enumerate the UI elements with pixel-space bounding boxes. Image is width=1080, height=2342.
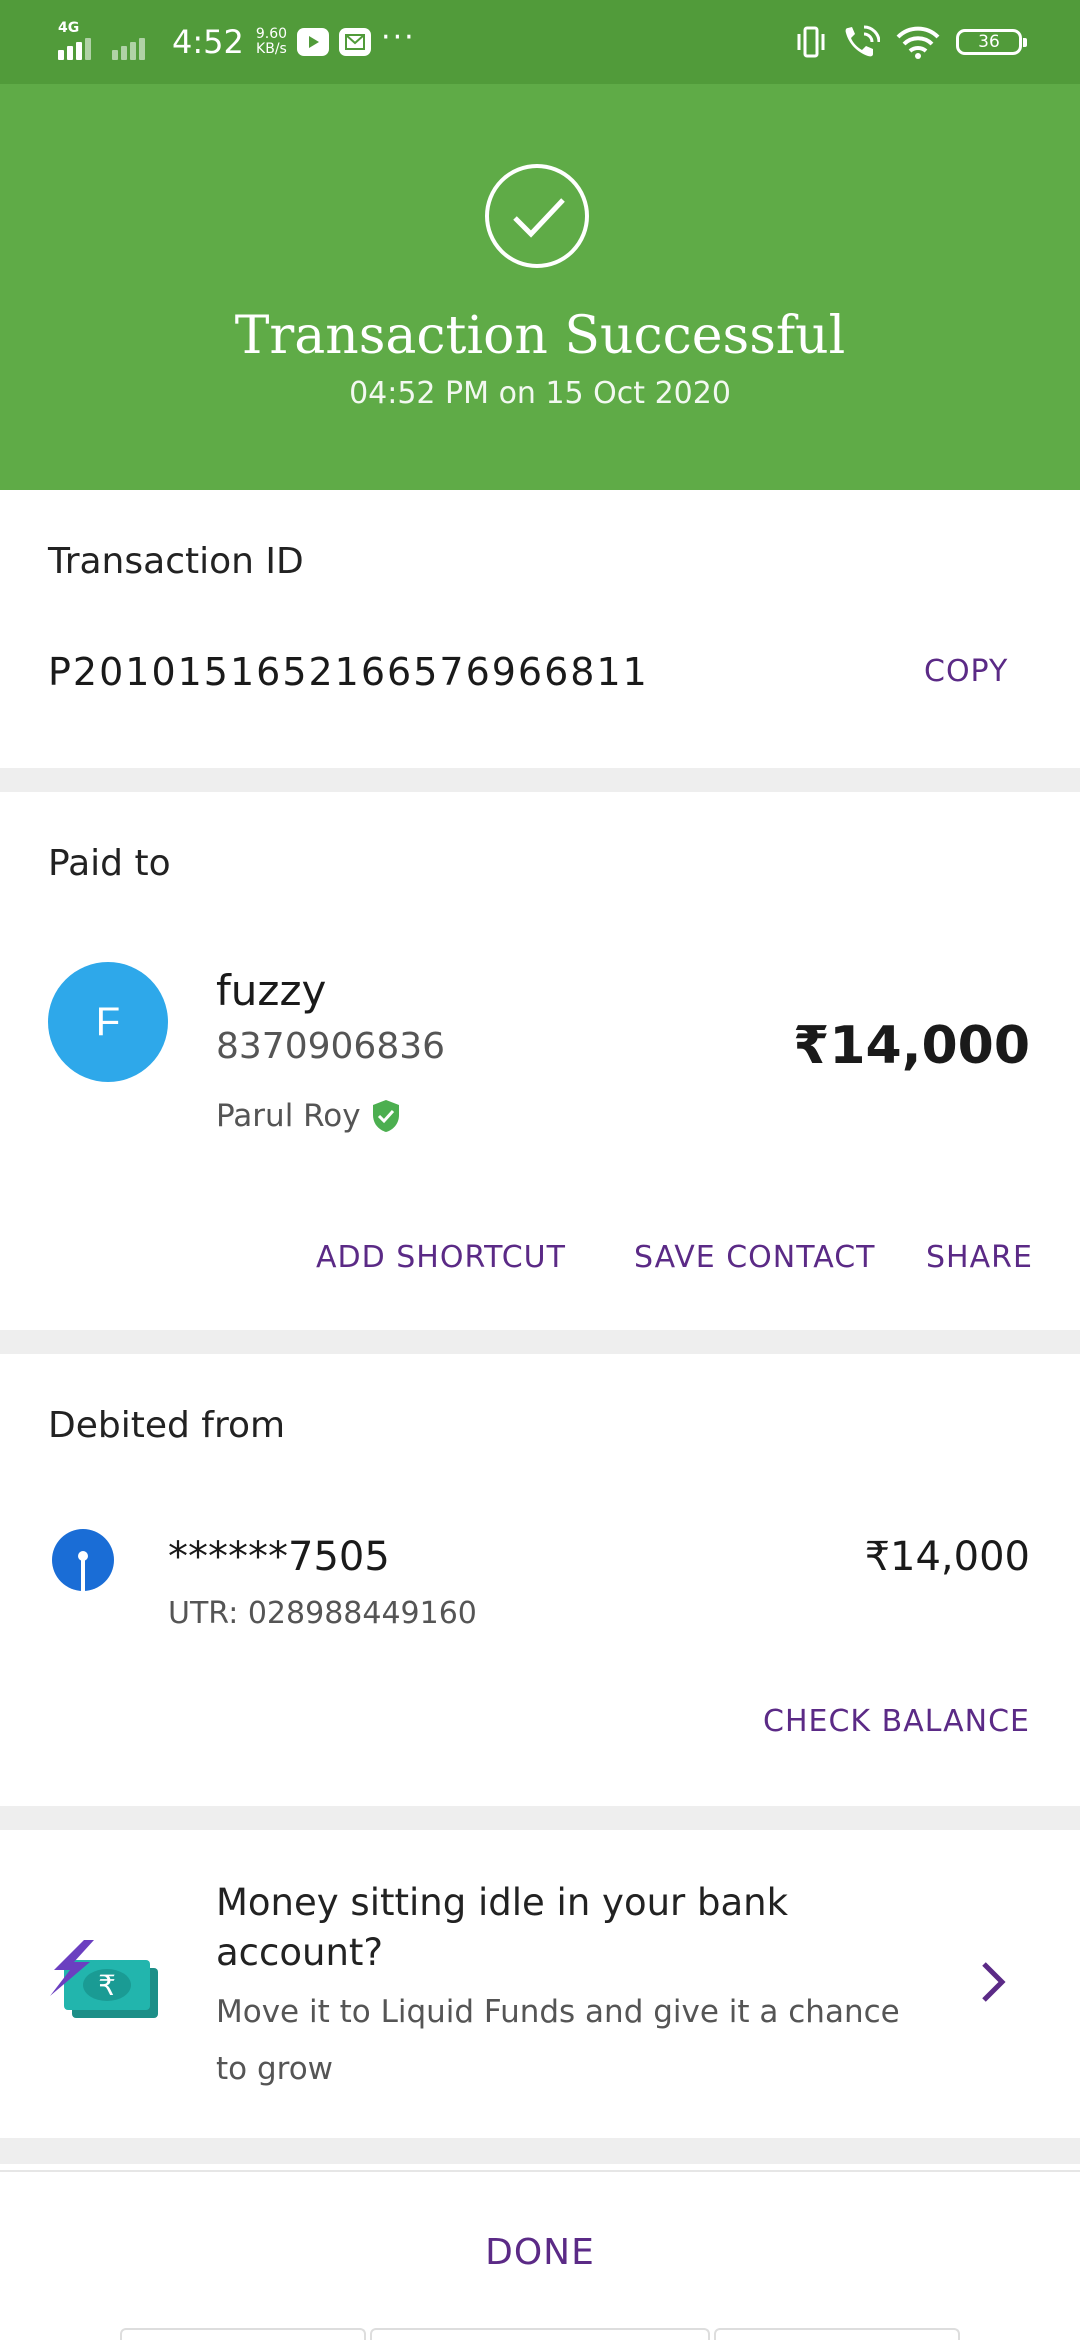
battery-icon: 36 bbox=[956, 29, 1027, 55]
success-header: Transaction Successful 04:52 PM on 15 Oc… bbox=[0, 84, 1080, 490]
promo-description: Move it to Liquid Funds and give it a ch… bbox=[216, 1994, 900, 2087]
section-divider bbox=[0, 1806, 1080, 1830]
payee-registered-name: Parul Roy bbox=[216, 1098, 401, 1134]
avatar: F bbox=[48, 962, 168, 1082]
registered-name-text: Parul Roy bbox=[216, 1098, 361, 1134]
payee-name: fuzzy bbox=[216, 966, 327, 1015]
save-contact-button[interactable]: SAVE CONTACT bbox=[634, 1240, 875, 1275]
wifi-icon bbox=[896, 26, 940, 59]
vibrate-icon bbox=[797, 26, 825, 58]
status-right: 36 bbox=[796, 22, 1027, 62]
signal-strength-icon: 4G bbox=[58, 20, 102, 64]
share-button[interactable]: SHARE bbox=[926, 1240, 1033, 1275]
payee-phone: 8370906836 bbox=[216, 1026, 446, 1067]
success-check-icon bbox=[485, 164, 589, 268]
status-time: 4:52 bbox=[172, 23, 244, 61]
copy-button[interactable]: COPY bbox=[924, 654, 1008, 689]
svg-text:₹: ₹ bbox=[98, 1969, 116, 2002]
promo-title: Money sitting idle in your bank account? bbox=[216, 1881, 789, 1974]
money-transfer-icon: ₹ bbox=[50, 1940, 158, 2018]
chevron-right-icon[interactable] bbox=[978, 1958, 1008, 2006]
paid-to-label: Paid to bbox=[48, 843, 171, 884]
youtube-icon bbox=[297, 28, 330, 56]
battery-level: 36 bbox=[978, 32, 1000, 52]
check-balance-button[interactable]: CHECK BALANCE bbox=[763, 1704, 1030, 1739]
transaction-id-value: P2010151652166576966811 bbox=[48, 650, 649, 694]
done-button[interactable]: DONE bbox=[0, 2232, 1080, 2273]
bank-logo-icon bbox=[52, 1529, 114, 1591]
wifi-calling-icon bbox=[845, 25, 880, 57]
debited-from-label: Debited from bbox=[48, 1405, 286, 1446]
network-type: 4G bbox=[58, 20, 80, 36]
network-speed: 9.60 KB/s bbox=[256, 27, 287, 57]
transaction-datetime: 04:52 PM on 15 Oct 2020 bbox=[349, 376, 731, 411]
signal-strength-2-icon bbox=[112, 20, 156, 64]
transaction-id-label: Transaction ID bbox=[48, 541, 304, 582]
speed-value: 9.60 bbox=[255, 26, 288, 42]
paid-amount: ₹14,000 bbox=[793, 1016, 1030, 1076]
section-divider bbox=[0, 768, 1080, 792]
speed-unit: KB/s bbox=[256, 41, 287, 57]
add-shortcut-button[interactable]: ADD SHORTCUT bbox=[316, 1240, 566, 1275]
status-bar: 4G 4:52 9.60 KB/s ··· 36 bbox=[0, 0, 1080, 84]
section-divider bbox=[0, 2138, 1080, 2164]
transaction-status-title: Transaction Successful bbox=[234, 306, 846, 366]
mail-icon bbox=[339, 28, 372, 56]
status-left: 4G 4:52 9.60 KB/s ··· bbox=[58, 18, 416, 66]
masked-account-number: ******7505 bbox=[168, 1534, 390, 1580]
more-notifications-icon: ··· bbox=[381, 19, 416, 55]
utr-number: UTR: 028988449160 bbox=[168, 1596, 477, 1631]
verified-shield-icon bbox=[372, 1100, 399, 1132]
section-divider bbox=[0, 1330, 1080, 1354]
partial-bottom-tabs bbox=[120, 2328, 960, 2340]
debited-amount: ₹14,000 bbox=[864, 1534, 1030, 1580]
